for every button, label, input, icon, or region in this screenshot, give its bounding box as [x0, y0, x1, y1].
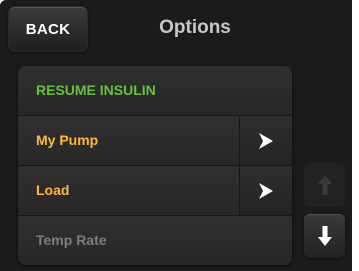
options-menu: RESUME INSULIN My Pump Load Temp Rate	[18, 66, 292, 265]
scroll-up-button	[304, 163, 345, 207]
menu-item-label: Temp Rate	[36, 232, 107, 248]
page-title: Options	[159, 17, 231, 38]
chevron-right-icon[interactable]	[239, 166, 292, 215]
menu-item-temp-rate: Temp Rate	[18, 216, 292, 265]
menu-item-my-pump[interactable]: My Pump	[18, 116, 292, 166]
options-screen: BACK Options RESUME INSULIN My Pump Load…	[0, 0, 352, 271]
arrow-up-icon	[317, 175, 332, 195]
menu-item-label: My Pump	[36, 132, 99, 148]
menu-item-resume-insulin[interactable]: RESUME INSULIN	[18, 66, 292, 116]
chevron-right-icon[interactable]	[239, 116, 292, 165]
scroll-down-button[interactable]	[304, 214, 345, 258]
menu-item-label: RESUME INSULIN	[36, 82, 156, 98]
menu-item-label: Load	[36, 182, 70, 198]
back-button[interactable]: BACK	[8, 6, 88, 52]
arrow-down-icon	[317, 226, 332, 246]
menu-item-load[interactable]: Load	[18, 166, 292, 216]
